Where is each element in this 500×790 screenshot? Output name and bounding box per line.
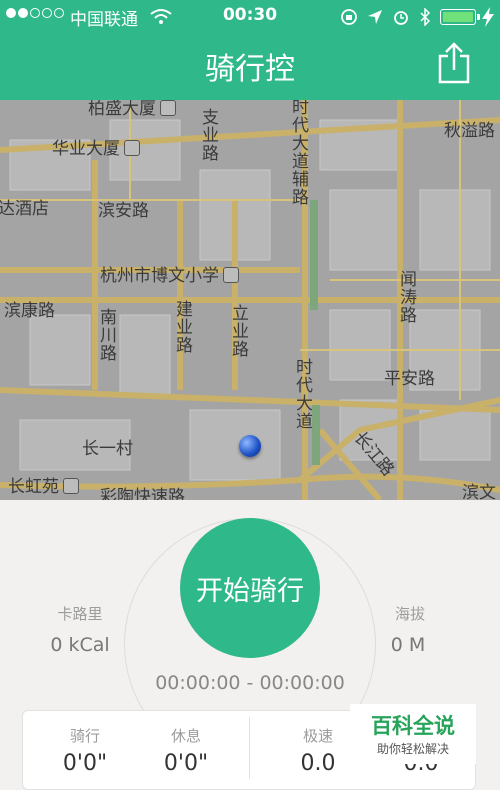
calories-label: 卡路里: [57, 605, 103, 623]
map-label-liye: 立业路: [228, 304, 248, 358]
max-speed-value: 0.0: [300, 751, 336, 776]
calories-value: 0 kCal: [50, 634, 110, 656]
map-view[interactable]: 柏盛大厦 华业大厦 秋溢路 支业路 时代大道辅路 达酒店 滨安路 杭州市博文小学…: [0, 100, 500, 500]
map-label-huaye: 华业大厦: [52, 134, 140, 159]
location-arrow-icon: [368, 10, 382, 24]
map-label-shidai-bottom: 时代大道: [292, 358, 312, 430]
status-bar: 中国联通 00:30: [0, 0, 500, 34]
map-label-jianye: 建业路: [172, 300, 192, 354]
map-label-binkang: 滨康路: [4, 301, 55, 321]
alarm-icon: [394, 11, 408, 25]
building-icon: [124, 140, 140, 156]
map-label-shidai-top: 时代大道辅路: [288, 100, 308, 206]
riding-time-label: 骑行: [69, 727, 100, 745]
map-label-nanchuan: 南川路: [96, 308, 116, 362]
start-ride-button[interactable]: 开始骑行: [180, 518, 320, 658]
watermark-subtitle: 助你轻松解决: [376, 742, 449, 756]
map-label-baisheng: 柏盛大厦: [88, 100, 176, 119]
ride-timer: 00:00:00 - 00:00:00: [155, 672, 345, 694]
map-label-changhong: 长虹苑: [8, 472, 79, 497]
map-label-wangtou: 闻涛路: [396, 270, 416, 324]
charging-icon: [482, 7, 494, 27]
map-label-dajiudian: 达酒店: [0, 199, 49, 219]
battery-icon: [440, 9, 480, 25]
watermark-title: 百科全说: [371, 714, 455, 738]
page-title: 骑行控: [205, 52, 295, 87]
building-icon: [160, 100, 176, 116]
share-icon[interactable]: [437, 42, 471, 84]
app-header: 中国联通 00:30 骑行控: [0, 0, 500, 100]
bluetooth-icon: [420, 8, 431, 26]
map-label-binjiang: 滨文: [462, 483, 496, 500]
current-location-marker: [239, 435, 261, 457]
map-label-caitao: 彩陶快速路: [100, 487, 185, 500]
riding-time-value: 0'0": [62, 751, 108, 776]
map-label-changyi: 长一村: [82, 439, 133, 459]
map-label-pingan: 平安路: [384, 369, 435, 389]
map-label-qiuyi: 秋溢路: [444, 121, 495, 141]
altitude-label: 海拔: [394, 605, 425, 623]
map-label-school: 杭州市博文小学: [100, 261, 239, 286]
max-speed-label: 极速: [302, 727, 333, 745]
rest-time-value: 0'0": [163, 751, 209, 776]
rotation-lock-icon: [341, 9, 357, 25]
residence-icon: [63, 478, 79, 494]
map-label-zhiye: 支业路: [198, 108, 218, 162]
school-icon: [223, 267, 239, 283]
panel-divider: [249, 717, 250, 779]
rest-time-label: 休息: [170, 727, 201, 745]
altitude-value: 0 M: [390, 634, 426, 656]
map-label-binan: 滨安路: [98, 201, 149, 221]
watermark: 百科全说 助你轻松解决: [350, 704, 476, 764]
